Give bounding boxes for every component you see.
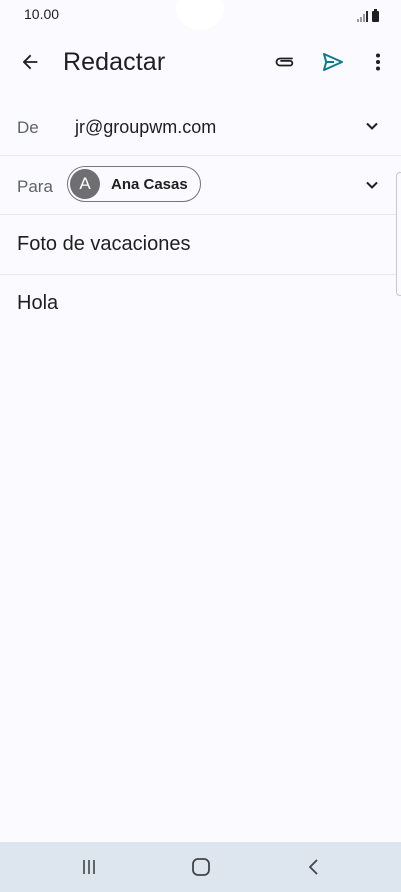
from-expand-button[interactable] <box>358 112 386 140</box>
nav-back-button[interactable] <box>294 852 334 882</box>
to-label: Para <box>17 177 53 196</box>
chevron-down-icon <box>366 181 378 189</box>
status-icons <box>357 8 379 22</box>
paperclip-icon <box>275 57 294 67</box>
page-title: Redactar <box>63 48 166 76</box>
edge-panel-handle[interactable] <box>396 172 401 296</box>
recipient-chip[interactable]: A Ana Casas <box>67 166 201 202</box>
subject-row[interactable]: Foto de vacaciones <box>0 215 401 275</box>
from-label: De <box>17 118 39 137</box>
camera-cutout <box>176 0 224 30</box>
subject-field[interactable]: Foto de vacaciones <box>17 233 190 256</box>
attach-button[interactable] <box>266 44 302 80</box>
chevron-down-icon <box>366 122 378 130</box>
signal-icon <box>357 11 368 22</box>
more-options-button[interactable] <box>360 44 396 80</box>
home-button[interactable] <box>181 852 221 882</box>
recent-apps-icon <box>83 860 95 874</box>
avatar: A <box>70 169 100 199</box>
send-icon <box>323 53 343 71</box>
from-account-select[interactable]: jr@groupwm.com <box>75 117 216 138</box>
to-row: Para A Ana Casas <box>0 156 401 215</box>
recent-apps-button[interactable] <box>69 852 109 882</box>
to-expand-button[interactable] <box>358 171 386 199</box>
battery-icon <box>372 9 379 22</box>
status-time: 10.00 <box>24 6 60 22</box>
back-button[interactable] <box>12 44 48 80</box>
navigation-bar <box>0 842 401 892</box>
more-vert-icon <box>376 53 380 71</box>
recipient-name: Ana Casas <box>111 176 188 193</box>
send-button[interactable] <box>315 44 351 80</box>
arrow-back-icon <box>22 54 38 70</box>
body-field[interactable]: Hola <box>17 292 58 315</box>
home-icon <box>192 858 210 876</box>
from-row: De jr@groupwm.com <box>0 98 401 156</box>
status-bar: 10.00 <box>0 0 401 30</box>
app-bar: Redactar <box>0 34 401 92</box>
chevron-left-icon <box>308 859 318 875</box>
